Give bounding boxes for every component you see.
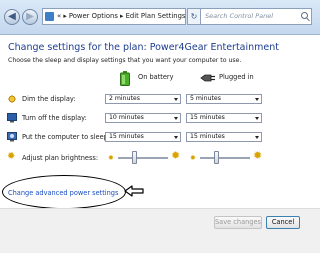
footer: Save changes Cancel <box>0 208 320 253</box>
plug-icon <box>200 74 215 82</box>
page-title: Change settings for the plan: Power4Gear… <box>8 42 279 53</box>
breadcrumb-overflow[interactable]: « <box>57 12 61 20</box>
forward-button[interactable]: ▶ <box>22 9 38 25</box>
sleep-icon <box>7 132 17 142</box>
chevron-down-icon <box>255 117 259 120</box>
breadcrumb-power-options[interactable]: Power Options <box>69 12 118 20</box>
brightness-plugged-in-slider[interactable] <box>200 151 250 165</box>
advanced-settings-link[interactable]: Change advanced power settings <box>8 189 118 197</box>
display-off-icon <box>7 113 17 123</box>
chevron-down-icon <box>255 98 259 101</box>
brightness-label: Adjust plan brightness: <box>22 154 99 162</box>
sleep-plugged-in-select[interactable]: 15 minutes <box>186 132 262 142</box>
chevron-down-icon <box>174 136 178 139</box>
column-on-battery: On battery <box>138 73 174 81</box>
display-off-plugged-in-select[interactable]: 15 minutes <box>186 113 262 123</box>
select-value: 2 minutes <box>109 95 140 102</box>
battery-icon <box>120 71 130 86</box>
search-placeholder: Search Control Panel <box>205 12 274 20</box>
refresh-icon: ↻ <box>190 12 198 21</box>
brightness-low-icon: ✹ <box>108 154 114 162</box>
dim-display-on-battery-select[interactable]: 2 minutes <box>105 94 181 104</box>
column-plugged-in: Plugged in <box>219 73 254 81</box>
brightness-high-icon: ✹ <box>253 149 263 162</box>
display-off-on-battery-select[interactable]: 10 minutes <box>105 113 181 123</box>
dim-display-icon <box>8 95 16 103</box>
breadcrumb-edit-plan-settings[interactable]: Edit Plan Settings <box>126 12 185 20</box>
select-value: 15 minutes <box>190 133 225 140</box>
chevron-down-icon <box>174 117 178 120</box>
brightness-high-icon: ✹ <box>171 149 181 162</box>
chevron-down-icon <box>174 98 178 101</box>
address-bar: ◀ ▶ « ▸ Power Options ▸ Edit Plan Settin… <box>0 0 320 35</box>
page-subtitle: Choose the sleep and display settings th… <box>8 57 242 64</box>
slider-thumb[interactable] <box>132 151 137 164</box>
dim-display-plugged-in-select[interactable]: 5 minutes <box>186 94 262 104</box>
display-off-label: Turn off the display: <box>22 114 87 122</box>
slider-track <box>118 157 168 159</box>
brightness-on-battery-slider[interactable] <box>118 151 168 165</box>
slider-track <box>200 157 250 159</box>
sleep-on-battery-select[interactable]: 15 minutes <box>105 132 181 142</box>
annotation-arrow-icon <box>124 185 144 197</box>
dim-display-label: Dim the display: <box>22 95 76 103</box>
breadcrumb[interactable]: « ▸ Power Options ▸ Edit Plan Settings <box>42 8 186 25</box>
forward-arrow-icon: ▶ <box>26 11 34 22</box>
slider-thumb[interactable] <box>214 151 219 164</box>
cancel-button[interactable]: Cancel <box>266 216 300 229</box>
back-button[interactable]: ◀ <box>4 9 20 25</box>
select-value: 10 minutes <box>109 114 144 121</box>
search-input[interactable]: Search Control Panel <box>200 8 312 25</box>
brightness-low-icon: ✹ <box>190 154 196 162</box>
save-changes-button[interactable]: Save changes <box>214 216 262 229</box>
control-panel-icon <box>45 12 54 21</box>
sleep-label: Put the computer to sleep: <box>22 133 111 141</box>
select-value: 15 minutes <box>109 133 144 140</box>
brightness-icon: ✹ <box>7 151 16 162</box>
select-value: 5 minutes <box>190 95 221 102</box>
refresh-button[interactable]: ↻ <box>187 8 201 25</box>
select-value: 15 minutes <box>190 114 225 121</box>
chevron-down-icon <box>255 136 259 139</box>
back-arrow-icon: ◀ <box>8 11 16 22</box>
search-icon[interactable] <box>301 12 308 19</box>
